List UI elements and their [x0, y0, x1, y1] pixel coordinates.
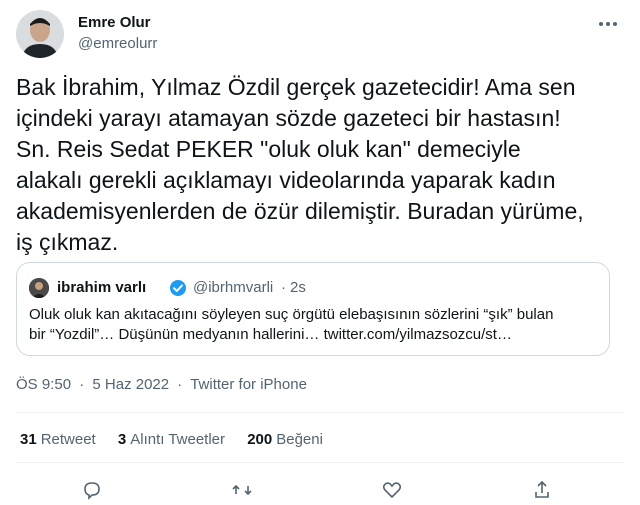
like-icon[interactable]	[382, 480, 402, 500]
likes-count: 200	[247, 431, 273, 448]
divider	[16, 412, 624, 413]
reply-icon[interactable]	[82, 480, 102, 500]
quoted-tweet-time[interactable]: 2s	[290, 279, 306, 296]
quoted-tweet[interactable]: ibrahim varlı @ibrhmvarli · 2s Oluk oluk…	[16, 262, 610, 356]
verified-badge-icon	[169, 279, 187, 297]
tweet-header: Emre Olur @emreolurr	[16, 8, 624, 60]
author-name[interactable]: Emre Olur	[78, 14, 151, 31]
tweet-text: Bak İbrahim, Yılmaz Özdil gerçek gazetec…	[16, 74, 584, 255]
quoted-author-name[interactable]: ibrahim varlı	[57, 279, 146, 296]
tweet-date[interactable]: 5 Haz 2022	[92, 376, 169, 393]
retweets-label: Retweet	[40, 431, 96, 448]
quoted-author-avatar[interactable]	[29, 278, 49, 298]
retweets-count: 31	[20, 431, 37, 448]
tweet-stats: 31 Retweet 3 Alıntı Tweetler 200 Beğeni	[20, 431, 341, 448]
more-dots-icon[interactable]	[596, 14, 620, 34]
tweet-meta: ÖS 9:50 · 5 Haz 2022 · Twitter for iPhon…	[16, 376, 311, 393]
quotes-count: 3	[117, 431, 127, 448]
retweets-stat[interactable]: 31 Retweet	[20, 431, 96, 448]
quoted-tweet-text: Oluk oluk kan akıtacağını söyleyen suç ö…	[29, 306, 554, 343]
separator-dot: ·	[281, 279, 286, 296]
separator-dot: ·	[79, 376, 85, 393]
likes-label: Beğeni	[276, 431, 323, 448]
quotes-label: Alıntı Tweetler	[130, 431, 226, 448]
tweet-time[interactable]: ÖS 9:50	[16, 376, 71, 393]
quoted-author-handle[interactable]: @ibrhmvarli	[193, 279, 273, 296]
separator-dot: ·	[177, 376, 183, 393]
tweet-source[interactable]: Twitter for iPhone	[190, 376, 307, 393]
tweet-actions	[16, 474, 624, 500]
retweet-icon[interactable]	[232, 480, 252, 500]
quotes-stat[interactable]: 3 Alıntı Tweetler	[118, 431, 225, 448]
author-handle[interactable]: @emreolurr	[78, 35, 157, 52]
divider	[16, 462, 624, 463]
share-icon[interactable]	[532, 480, 552, 500]
author-avatar[interactable]	[16, 10, 64, 58]
likes-stat[interactable]: 200 Beğeni	[247, 431, 323, 448]
